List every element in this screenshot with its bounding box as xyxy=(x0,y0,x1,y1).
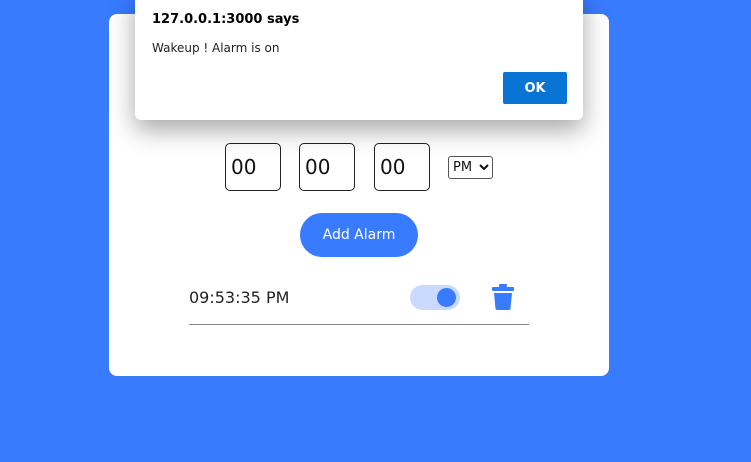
time-inputs: AM PM xyxy=(225,143,495,193)
trash-icon[interactable] xyxy=(492,284,514,310)
ok-button[interactable]: OK xyxy=(503,72,567,104)
alarm-time: 09:53:35 PM xyxy=(189,288,290,307)
alarm-list-item: 09:53:35 PM xyxy=(189,276,529,325)
hours-input[interactable] xyxy=(225,143,281,191)
toggle-knob xyxy=(437,288,456,307)
seconds-input[interactable] xyxy=(374,143,430,191)
dialog-message: Wakeup ! Alarm is on xyxy=(152,41,280,55)
alarm-toggle[interactable] xyxy=(410,285,460,310)
minutes-input[interactable] xyxy=(299,143,355,191)
alert-dialog: 127.0.0.1:3000 says Wakeup ! Alarm is on… xyxy=(135,0,583,120)
add-alarm-button[interactable]: Add Alarm xyxy=(300,213,418,257)
dialog-title: 127.0.0.1:3000 says xyxy=(152,12,300,27)
am-pm-select[interactable]: AM PM xyxy=(448,156,493,179)
